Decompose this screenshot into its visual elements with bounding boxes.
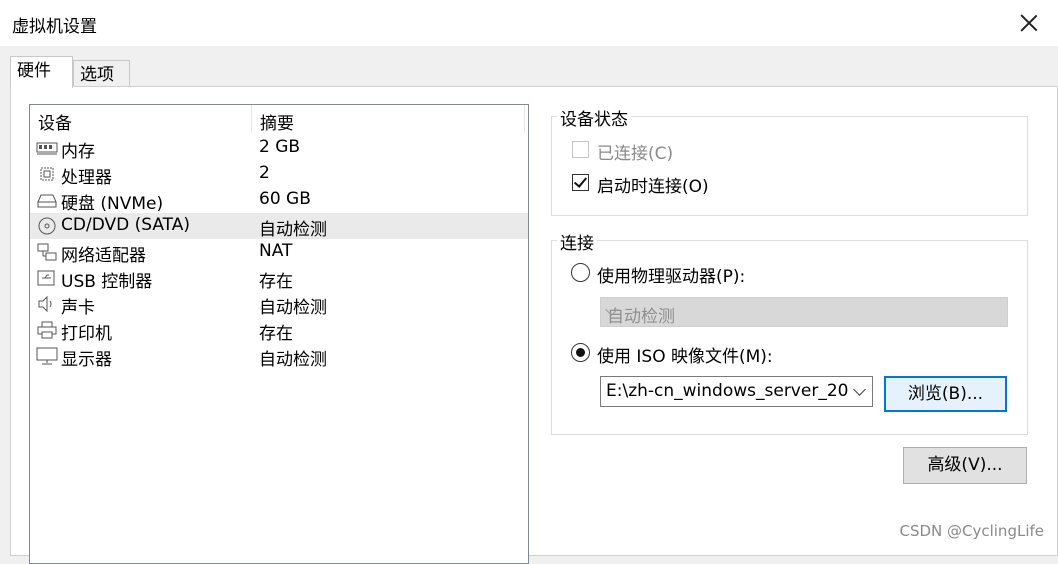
advanced-button[interactable]: 高级(V)... (903, 447, 1027, 484)
chevron-down-icon (853, 383, 866, 396)
watermark: CSDN @CyclingLife (899, 522, 1044, 540)
device-name: CD/DVD (SATA) (61, 215, 190, 235)
dropdown-button[interactable] (848, 377, 872, 406)
list-item-cpu[interactable]: 处理器 2 (30, 161, 528, 188)
column-header-device[interactable]: 设备 (38, 109, 72, 134)
tab-hardware[interactable]: 硬件 (10, 56, 73, 88)
physical-drive-label: 使用物理驱动器(P): (597, 267, 746, 287)
connected-label: 已连接(C) (597, 144, 674, 164)
iso-path-value: E:\zh-cn_windows_server_202 (606, 381, 860, 401)
device-name: 声卡 (61, 298, 95, 318)
list-header: 设备 摘要 (30, 105, 528, 134)
physical-drive-value: 自动检测 (607, 307, 675, 327)
list-item-usb[interactable]: USB 控制器 存在 (30, 265, 528, 292)
physical-drive-select[interactable]: 自动检测 (600, 297, 1008, 327)
list-item-printer[interactable]: 打印机 存在 (30, 317, 528, 344)
window-title: 虚拟机设置 (12, 17, 97, 37)
device-name: USB 控制器 (61, 272, 153, 292)
list-item-network-adapter[interactable]: 网络适配器 NAT (30, 239, 528, 266)
device-summary: 自动检测 (259, 220, 327, 240)
device-summary: 自动检测 (259, 298, 327, 318)
monitor-icon (36, 347, 58, 365)
iso-image-label: 使用 ISO 映像文件(M): (597, 347, 773, 367)
device-status-title: 设备状态 (557, 105, 631, 130)
device-name: 硬盘 (NVMe) (61, 194, 164, 214)
list-item-display[interactable]: 显示器 自动检测 (30, 343, 528, 370)
network-adapter-icon (37, 243, 57, 261)
connect-at-power-on-checkbox[interactable] (572, 174, 589, 191)
device-name: 网络适配器 (61, 246, 146, 266)
list-item-sound-card[interactable]: 声卡 自动检测 (30, 291, 528, 318)
list-item-cd-dvd[interactable]: CD/DVD (SATA) 自动检测 (30, 213, 528, 240)
device-name: 显示器 (61, 350, 112, 370)
browse-button[interactable]: 浏览(B)... (884, 376, 1007, 412)
cpu-icon (40, 167, 54, 181)
usb-icon (37, 270, 55, 286)
column-header-summary[interactable]: 摘要 (260, 109, 294, 134)
device-summary: 2 GB (259, 137, 301, 157)
memory-icon (36, 142, 58, 155)
device-name: 打印机 (61, 324, 112, 344)
device-summary: NAT (259, 241, 293, 261)
device-summary: 存在 (259, 272, 293, 292)
title-bar: 虚拟机设置 (0, 0, 1058, 46)
printer-icon (37, 321, 57, 339)
device-summary: 2 (259, 163, 270, 183)
device-name: 内存 (61, 142, 95, 162)
list-item-hard-disk[interactable]: 硬盘 (NVMe) 60 GB (30, 187, 528, 214)
speaker-icon (38, 295, 52, 313)
device-summary: 60 GB (259, 189, 311, 209)
iso-image-radio[interactable] (571, 343, 590, 362)
connection-title: 连接 (557, 229, 597, 254)
close-icon[interactable] (1014, 8, 1044, 38)
device-name: 处理器 (61, 168, 112, 188)
device-summary: 自动检测 (259, 350, 327, 370)
hard-disk-icon (37, 194, 57, 208)
device-summary: 存在 (259, 324, 293, 344)
physical-drive-radio[interactable] (571, 263, 590, 282)
device-status-group (551, 116, 1028, 216)
cd-dvd-icon (38, 217, 56, 235)
hardware-list[interactable]: 设备 摘要 内存 2 GB 处理器 2 硬盘 (NVMe) 60 GB CD/D… (29, 104, 529, 564)
connect-at-power-on-label: 启动时连接(O) (597, 177, 709, 197)
list-item-memory[interactable]: 内存 2 GB (30, 135, 528, 162)
connected-checkbox[interactable] (572, 141, 589, 158)
iso-path-combobox[interactable]: E:\zh-cn_windows_server_202 (600, 376, 873, 407)
